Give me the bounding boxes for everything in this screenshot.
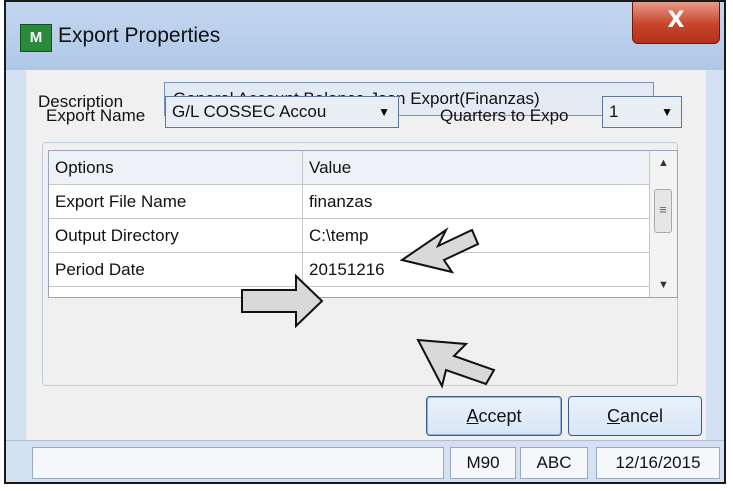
export-properties-window: M Export Properties X Description Genera… (4, 0, 726, 484)
callout-arrow-icon (416, 338, 496, 389)
callout-arrow-icon (241, 273, 324, 329)
annotation-arrows (241, 227, 496, 389)
callout-arrow-icon (399, 227, 480, 274)
